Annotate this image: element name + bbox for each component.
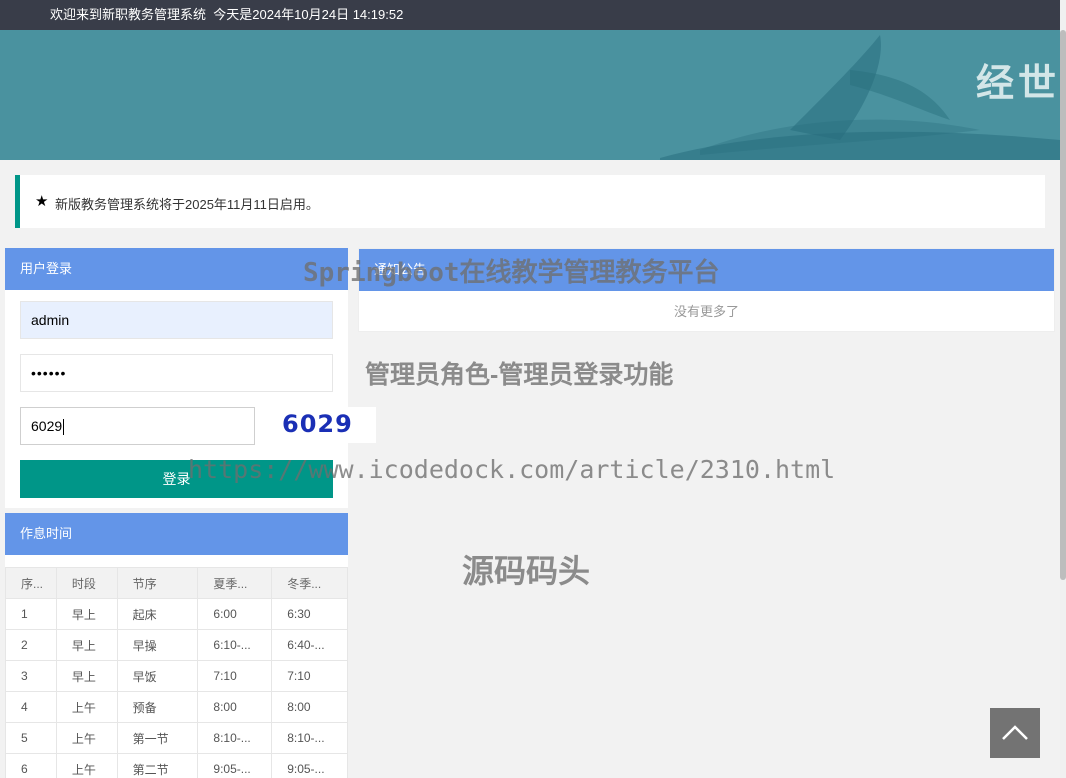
table-cell: 8:10-... — [197, 722, 273, 754]
header-banner: 经世 — [0, 30, 1060, 160]
column-header[interactable]: 节序 — [116, 567, 199, 599]
table-cell: 早上 — [55, 629, 118, 661]
table-cell: 第二节 — [116, 753, 199, 778]
table-cell: 3 — [5, 660, 57, 692]
column-header[interactable]: 序... — [5, 567, 57, 599]
login-panel-title: 用户登录 — [5, 248, 348, 290]
table-cell: 6 — [5, 753, 57, 778]
table-cell: 8:00 — [271, 691, 348, 723]
page-scrollbar[interactable] — [1060, 0, 1066, 778]
table-header-row: 序... 时段 节序 夏季... 冬季... — [5, 567, 348, 599]
table-cell: 第一节 — [116, 722, 199, 754]
top-bar: 欢迎来到新职教务管理系统 今天是2024年10月24日 14:19:52 — [0, 0, 1060, 30]
scrollbar-thumb[interactable] — [1060, 30, 1066, 580]
table-cell: 8:10-... — [271, 722, 348, 754]
back-to-top-button[interactable] — [990, 708, 1040, 758]
welcome-text: 欢迎来到新职教务管理系统 今天是2024年10月24日 14:19:52 — [50, 7, 404, 22]
chevron-up-icon — [1002, 725, 1028, 740]
table-cell: 上午 — [55, 722, 118, 754]
current-datetime: 今天是2024年10月24日 14:19:52 — [213, 7, 404, 22]
schedule-panel: 作息时间 序... 时段 节序 夏季... 冬季... 1 早上 起床 6:00 6:3… — [5, 513, 348, 778]
table-cell: 早操 — [116, 629, 199, 661]
table-cell: 7:10 — [271, 660, 348, 692]
system-notice: ★ 新版教务管理系统将于2025年11月11日启用。 — [15, 175, 1045, 228]
table-cell: 1 — [5, 598, 57, 630]
star-icon: ★ — [35, 193, 49, 210]
banner-brush-art — [660, 35, 1060, 160]
table-cell: 6:30 — [271, 598, 348, 630]
table-row[interactable]: 2 早上 早操 6:10-... 6:40-... — [5, 629, 348, 661]
column-header[interactable]: 冬季... — [271, 567, 348, 599]
table-cell: 6:00 — [197, 598, 273, 630]
column-header[interactable]: 夏季... — [197, 567, 273, 599]
table-cell: 2 — [5, 629, 57, 661]
notice-text: 新版教务管理系统将于2025年11月11日启用。 — [55, 197, 319, 212]
table-cell: 7:10 — [197, 660, 273, 692]
watermark-subtitle: 管理员角色-管理员登录功能 — [365, 361, 674, 389]
table-cell: 9:05-... — [271, 753, 348, 778]
banner-calligraphy: 经世 — [975, 60, 1060, 105]
schedule-table: 序... 时段 节序 夏季... 冬季... 1 早上 起床 6:00 6:30 2 早上… — [5, 567, 348, 778]
table-cell: 早上 — [55, 660, 118, 692]
column-header[interactable]: 时段 — [55, 567, 118, 599]
table-row[interactable]: 1 早上 起床 6:00 6:30 — [5, 598, 348, 630]
password-input[interactable]: •••••• — [20, 354, 333, 392]
watermark-brand: 源码码头 — [462, 553, 591, 589]
table-cell: 预备 — [116, 691, 199, 723]
table-cell: 早饭 — [116, 660, 199, 692]
watermark-url: https://www.icodedock.com/article/2310.h… — [188, 455, 836, 484]
table-cell: 6:10-... — [197, 629, 273, 661]
watermark-title: Springboot在线教学管理教务平台 — [303, 258, 720, 288]
text-caret — [63, 419, 65, 436]
username-input[interactable]: admin — [20, 301, 333, 339]
table-cell: 上午 — [55, 691, 118, 723]
table-row[interactable]: 4 上午 预备 8:00 8:00 — [5, 691, 348, 723]
schedule-panel-title: 作息时间 — [5, 513, 348, 555]
table-cell: 早上 — [55, 598, 118, 630]
captcha-input[interactable]: 6029 — [20, 407, 255, 445]
table-row[interactable]: 6 上午 第二节 9:05-... 9:05-... — [5, 753, 348, 778]
table-row[interactable]: 3 早上 早饭 7:10 7:10 — [5, 660, 348, 692]
table-row[interactable]: 5 上午 第一节 8:10-... 8:10-... — [5, 722, 348, 754]
table-cell: 9:05-... — [197, 753, 273, 778]
table-cell: 上午 — [55, 753, 118, 778]
table-cell: 8:00 — [197, 691, 273, 723]
table-cell: 6:40-... — [271, 629, 348, 661]
news-empty-message: 没有更多了 — [673, 304, 739, 319]
table-cell: 起床 — [116, 598, 199, 630]
table-cell: 4 — [5, 691, 57, 723]
table-cell: 5 — [5, 722, 57, 754]
captcha-image[interactable]: 6029 — [262, 407, 376, 443]
